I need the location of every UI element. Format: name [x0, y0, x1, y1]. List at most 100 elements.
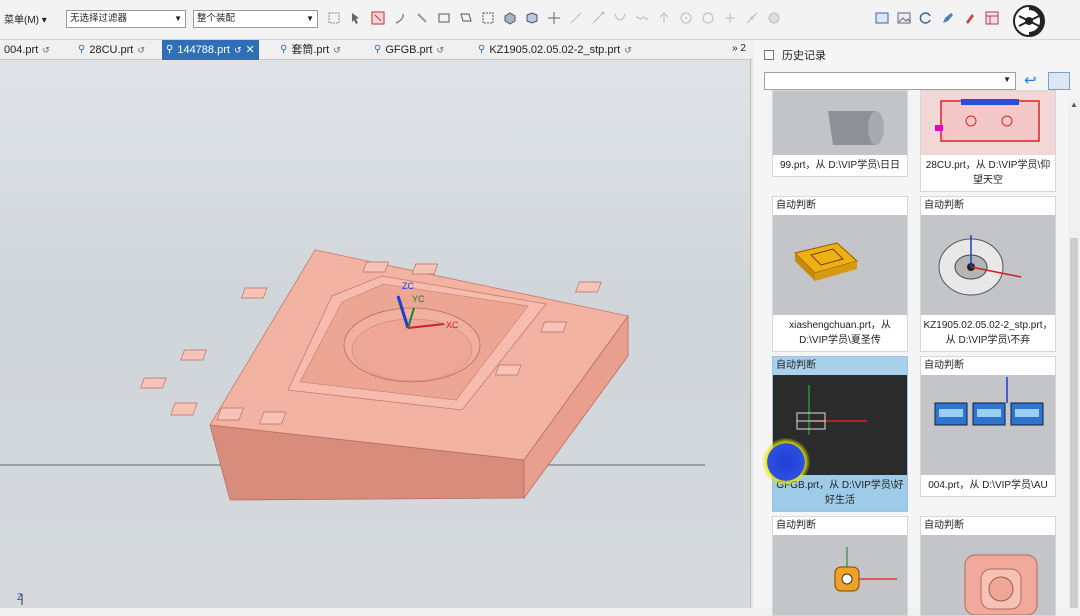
3d-part-model: ZC YC XC Z [0, 249, 705, 605]
tab-144788[interactable]: ⚲ 144788.prt ↺ ✕ [162, 40, 259, 60]
tab-kz1905[interactable]: ⚲ KZ1905.02.05.02-2_stp.prt ↺ [474, 40, 636, 60]
lasso-icon[interactable] [392, 10, 408, 26]
part-file-icon: ⚲ [78, 44, 86, 55]
history-card-28cu[interactable]: 28CU.prt，从 D:\VIP学员\仰望天空 [920, 90, 1056, 192]
part-file-icon: ⚲ [166, 44, 174, 55]
filter-select-icon[interactable] [370, 10, 386, 26]
component-icon[interactable] [524, 10, 540, 26]
selection-filter-dropdown[interactable]: 无选择过滤器 ▼ [66, 10, 186, 28]
tab-taotong[interactable]: ⚲ 套筒.prt ↺ [276, 40, 345, 60]
history-card-xiashengchuan[interactable]: 自动判断 xiashengchuan.prt，从 D:\VIP学员\夏圣传 [772, 196, 908, 352]
tab-label: GFGB.prt [385, 44, 433, 56]
edit-icon: ↺ [624, 45, 632, 55]
card-header: 自动判断 [776, 520, 816, 531]
panel-header: 历史记录 [764, 47, 826, 63]
thumbnail-part-99 [773, 91, 907, 155]
select-all-icon[interactable] [326, 10, 342, 26]
rectangle-select-icon[interactable] [436, 10, 452, 26]
history-card-99[interactable]: 99.prt，从 D:\VIP学员\日日 [772, 90, 908, 177]
cursor-select-icon[interactable] [348, 10, 364, 26]
edit-icon: ↺ [436, 45, 444, 55]
center-snap-icon[interactable] [678, 10, 694, 26]
history-filter-dropdown[interactable]: ▼ [764, 72, 1016, 90]
tab-label: KZ1905.02.05.02-2_stp.prt [489, 44, 621, 56]
history-card-caption: 99.prt，从 D:\VIP学员\日日 [779, 160, 901, 171]
tab-004[interactable]: 004.prt ↺ [0, 40, 54, 60]
window-icon[interactable] [874, 10, 890, 26]
line-snap-icon[interactable] [568, 10, 584, 26]
history-card-kz1905[interactable]: 自动判断 KZ1905.02.05.02-2_stp.prt，从 D:\VIP学… [920, 196, 1056, 352]
close-icon[interactable]: ✕ [245, 40, 254, 60]
card-header: 自动判断 [924, 520, 964, 531]
chevron-down-icon: ▼ [306, 14, 314, 23]
thumbnail-part-b [921, 535, 1055, 615]
midpoint-snap-icon[interactable] [744, 10, 760, 26]
history-card-caption: KZ1905.02.05.02-2_stp.prt，从 D:\VIP学员\不弃 [923, 320, 1053, 346]
thumbnail-part-004 [921, 375, 1055, 475]
top-toolbar: 菜单(M) ▾ 无选择过滤器 ▼ 整个装配 ▼ [0, 0, 1080, 40]
part-file-icon: ⚲ [374, 44, 382, 55]
document-tab-bar: 004.prt ↺ ⚲ 28CU.prt ↺ ⚲ 144788.prt ↺ ✕ … [0, 40, 752, 60]
arrow-snap-icon[interactable] [656, 10, 672, 26]
part-file-icon: ⚲ [478, 44, 486, 55]
panel-splitter[interactable] [750, 60, 753, 608]
curve-snap-icon[interactable] [612, 10, 628, 26]
tab-label: 004.prt [4, 44, 39, 56]
thumbnail-part-kz [921, 215, 1055, 315]
wave-snap-icon[interactable] [634, 10, 650, 26]
paint-icon[interactable] [962, 10, 978, 26]
history-card-004[interactable]: 自动判断 004.prt，从 D:\VIP学员\AU [920, 356, 1056, 497]
move-icon[interactable] [546, 10, 562, 26]
thumbnail-view-icon[interactable] [1048, 72, 1070, 90]
graphics-viewport[interactable]: ZC YC XC Z [0, 60, 752, 608]
app-logo [1013, 5, 1045, 37]
quadrant-snap-icon[interactable] [700, 10, 716, 26]
zc-axis-label: ZC [402, 281, 414, 291]
box-select-icon[interactable] [480, 10, 496, 26]
panel-checkbox[interactable] [764, 50, 774, 60]
xc-axis-label: XC [446, 320, 459, 330]
assembly-scope-value: 整个装配 [197, 13, 236, 24]
snap-toolbar [326, 10, 782, 26]
more-tabs-button[interactable]: » 2 [732, 43, 746, 54]
history-card-partial-b[interactable]: 自动判断 [920, 516, 1056, 616]
tab-28cu[interactable]: ⚲ 28CU.prt ↺ [74, 40, 149, 60]
edit-icon: ↺ [42, 45, 50, 55]
edit-icon: ↺ [333, 45, 341, 55]
history-card-caption: 28CU.prt，从 D:\VIP学员\仰望天空 [925, 160, 1051, 186]
endpoint-snap-icon[interactable] [590, 10, 606, 26]
card-header: 自动判断 [773, 357, 907, 375]
thumbnail-part-28cu [921, 91, 1055, 155]
chevron-down-icon: ▼ [1003, 75, 1011, 84]
polygon-select-icon[interactable] [458, 10, 474, 26]
tab-label: 套筒.prt [291, 44, 330, 56]
history-card-partial-a[interactable]: 自动判断 [772, 516, 908, 616]
scroll-up-icon[interactable]: ▲ [1070, 100, 1078, 109]
point-snap-icon[interactable] [722, 10, 738, 26]
part-file-icon: ⚲ [280, 44, 288, 55]
chevron-down-icon: ▼ [174, 14, 182, 23]
brush-icon[interactable] [414, 10, 430, 26]
menu-button[interactable]: 菜单(M) ▾ [4, 11, 47, 26]
menu-button-label: 菜单(M) [4, 15, 39, 26]
selection-filter-value: 无选择过滤器 [70, 13, 128, 24]
card-header: 自动判断 [924, 360, 964, 371]
thumbnail-part-xsc [773, 215, 907, 315]
edit-icon: ↺ [233, 45, 242, 55]
image-icon[interactable] [896, 10, 912, 26]
refresh-icon[interactable] [918, 10, 934, 26]
intersect-snap-icon[interactable] [766, 10, 782, 26]
tab-gfgb[interactable]: ⚲ GFGB.prt ↺ [370, 40, 448, 60]
layout-icon[interactable] [984, 10, 1000, 26]
back-arrow-icon[interactable]: ↩ [1024, 72, 1044, 90]
tab-label: 28CU.prt [89, 44, 134, 56]
mouse-cursor-highlight [762, 438, 810, 486]
edit-icon: ↺ [137, 45, 145, 55]
scrollbar-thumb[interactable] [1070, 238, 1078, 608]
panel-scrollbar[interactable]: ▲ [1068, 98, 1080, 608]
pen-icon[interactable] [940, 10, 956, 26]
history-card-caption: 004.prt，从 D:\VIP学员\AU [928, 480, 1048, 491]
assembly-scope-dropdown[interactable]: 整个装配 ▼ [193, 10, 318, 28]
history-card-gfgb[interactable]: 自动判断 GFGB.prt，从 D:\VIP学员\好好生活 [772, 356, 908, 512]
solid-body-icon[interactable] [502, 10, 518, 26]
